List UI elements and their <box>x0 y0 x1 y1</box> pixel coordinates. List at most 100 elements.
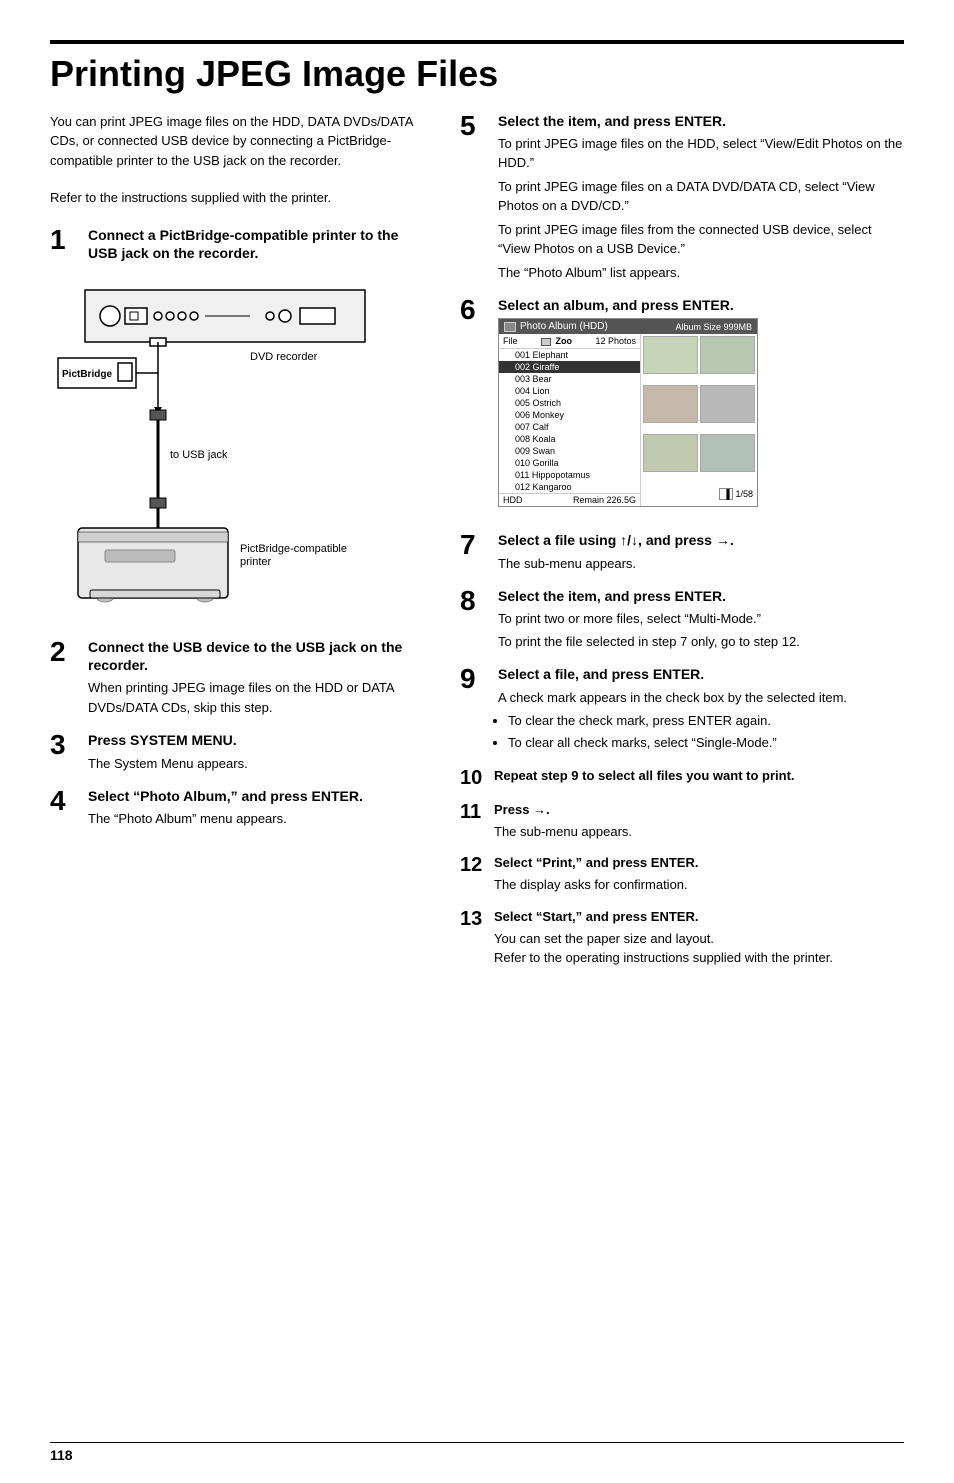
step-10: 10 Repeat step 9 to select all files you… <box>460 768 904 788</box>
pa-item-002: 002 Giraffe <box>499 361 640 373</box>
step-1-title: Connect a PictBridge-compatible printer … <box>88 226 430 262</box>
svg-text:to USB jack: to USB jack <box>170 449 228 461</box>
svg-text:printer: printer <box>240 556 272 568</box>
pa-item-011: 011 Hippopotamus <box>499 469 640 481</box>
pa-item-009: 009 Swan <box>499 445 640 457</box>
step-11-title: Press →. <box>494 802 904 819</box>
svg-text:PictBridge: PictBridge <box>62 369 112 380</box>
svg-text:PictBridge-compatible: PictBridge-compatible <box>240 543 347 555</box>
pa-item-008: 008 Koala <box>499 433 640 445</box>
pa-page-indicator: 1/58 <box>735 489 753 499</box>
step-7-title: Select a file using ↑/↓, and press →. <box>498 531 904 549</box>
page: Printing JPEG Image Files You can print … <box>0 0 954 1483</box>
step-6: 6 Select an album, and press ENTER. Phot… <box>460 296 904 517</box>
step-12-body: The display asks for confirmation. <box>494 875 904 895</box>
step-12-number: 12 <box>460 855 486 875</box>
step-6-content: Select an album, and press ENTER. Photo … <box>498 296 904 517</box>
step-8-number: 8 <box>460 587 490 615</box>
photo-album-size: Album Size 999MB <box>675 322 752 332</box>
step-2-title: Connect the USB device to the USB jack o… <box>88 638 430 674</box>
step-4-body: The “Photo Album” menu appears. <box>88 809 430 829</box>
svg-text:DVD recorder: DVD recorder <box>250 351 318 363</box>
pa-photos-count: 12 Photos <box>595 336 636 346</box>
step-8-body2: To print the file selected in step 7 onl… <box>498 632 904 652</box>
step-9-content: Select a file, and press ENTER. A check … <box>498 665 904 754</box>
step-3-body: The System Menu appears. <box>88 754 430 774</box>
step-2: 2 Connect the USB device to the USB jack… <box>50 638 430 717</box>
step-13-title: Select “Start,” and press ENTER. <box>494 909 904 926</box>
step-12: 12 Select “Print,” and press ENTER. The … <box>460 855 904 894</box>
thumb-6 <box>700 434 755 472</box>
step-10-content: Repeat step 9 to select all files you wa… <box>494 768 904 788</box>
photo-album-screenshot: Photo Album (HDD) Album Size 999MB File … <box>498 318 758 507</box>
step-2-number: 2 <box>50 638 80 666</box>
step-9-number: 9 <box>460 665 490 693</box>
step-8: 8 Select the item, and press ENTER. To p… <box>460 587 904 651</box>
step-3-title: Press SYSTEM MENU. <box>88 731 430 749</box>
step-4-title: Select “Photo Album,” and press ENTER. <box>88 787 430 805</box>
step-12-content: Select “Print,” and press ENTER. The dis… <box>494 855 904 894</box>
pa-item-007: 007 Calf <box>499 421 640 433</box>
step-5: 5 Select the item, and press ENTER. To p… <box>460 112 904 283</box>
bullet-2: To clear all check marks, select “Single… <box>508 733 904 753</box>
step-13-body1: You can set the paper size and layout. <box>494 929 904 949</box>
step-2-body: When printing JPEG image files on the HD… <box>88 678 430 717</box>
pa-item-003: 003 Bear <box>499 373 640 385</box>
thumb-1 <box>643 336 698 374</box>
thumb-3 <box>643 385 698 423</box>
pa-remain: Remain 226.5G <box>573 495 636 505</box>
step-2-content: Connect the USB device to the USB jack o… <box>88 638 430 717</box>
connection-diagram: PictBridge to USB jack <box>50 280 410 620</box>
step-5-body3: To print JPEG image files from the conne… <box>498 220 904 259</box>
pa-file-label: File <box>503 336 518 346</box>
step-8-title: Select the item, and press ENTER. <box>498 587 904 605</box>
step-5-body1: To print JPEG image files on the HDD, se… <box>498 134 904 173</box>
pa-item-005: 005 Ostrich <box>499 397 640 409</box>
pa-footer: HDD Remain 226.5G <box>499 493 640 506</box>
step-6-number: 6 <box>460 296 490 324</box>
step-11-body: The sub-menu appears. <box>494 822 904 842</box>
step-4-content: Select “Photo Album,” and press ENTER. T… <box>88 787 430 829</box>
step-7-content: Select a file using ↑/↓, and press →. Th… <box>498 531 904 573</box>
two-col-layout: You can print JPEG image files on the HD… <box>50 112 904 1422</box>
pa-item-001: 001 Elephant <box>499 349 640 361</box>
thumb-4 <box>700 385 755 423</box>
step-11-number: 11 <box>460 802 486 822</box>
folder-icon <box>541 338 551 346</box>
pa-folder-name: Zoo <box>541 336 572 346</box>
pa-hdd-label: HDD <box>503 495 523 505</box>
step-1-number: 1 <box>50 226 80 254</box>
step-11-content: Press →. The sub-menu appears. <box>494 802 904 841</box>
step-7: 7 Select a file using ↑/↓, and press →. … <box>460 531 904 573</box>
step-9-bullets: To clear the check mark, press ENTER aga… <box>508 711 904 752</box>
left-column: You can print JPEG image files on the HD… <box>50 112 430 1422</box>
page-title: Printing JPEG Image Files <box>50 54 904 94</box>
step-9-title: Select a file, and press ENTER. <box>498 665 904 683</box>
step-11: 11 Press →. The sub-menu appears. <box>460 802 904 841</box>
pa-page-nav: ▐ 1/58 <box>643 483 755 504</box>
step-6-title: Select an album, and press ENTER. <box>498 296 904 314</box>
step-9: 9 Select a file, and press ENTER. A chec… <box>460 665 904 754</box>
right-column: 5 Select the item, and press ENTER. To p… <box>460 112 904 1422</box>
step-13-content: Select “Start,” and press ENTER. You can… <box>494 909 904 968</box>
step-5-number: 5 <box>460 112 490 140</box>
step-13: 13 Select “Start,” and press ENTER. You … <box>460 909 904 968</box>
bullet-1: To clear the check mark, press ENTER aga… <box>508 711 904 731</box>
pa-item-004: 004 Lion <box>499 385 640 397</box>
pa-item-006: 006 Monkey <box>499 409 640 421</box>
intro-text: You can print JPEG image files on the HD… <box>50 112 430 171</box>
step-7-number: 7 <box>460 531 490 559</box>
pa-header: File Zoo 12 Photos <box>499 334 640 349</box>
step-3-number: 3 <box>50 731 80 759</box>
step-7-body: The sub-menu appears. <box>498 554 904 574</box>
step-5-body4: The “Photo Album” list appears. <box>498 263 904 283</box>
step-13-number: 13 <box>460 909 486 929</box>
step-5-title: Select the item, and press ENTER. <box>498 112 904 130</box>
step-5-body2: To print JPEG image files on a DATA DVD/… <box>498 177 904 216</box>
step-5-content: Select the item, and press ENTER. To pri… <box>498 112 904 283</box>
step-3: 3 Press SYSTEM MENU. The System Menu app… <box>50 731 430 773</box>
thumb-2 <box>700 336 755 374</box>
photo-album-title-text: Photo Album (HDD) <box>520 321 608 332</box>
pa-item-012: 012 Kangaroo <box>499 481 640 493</box>
thumb-5 <box>643 434 698 472</box>
